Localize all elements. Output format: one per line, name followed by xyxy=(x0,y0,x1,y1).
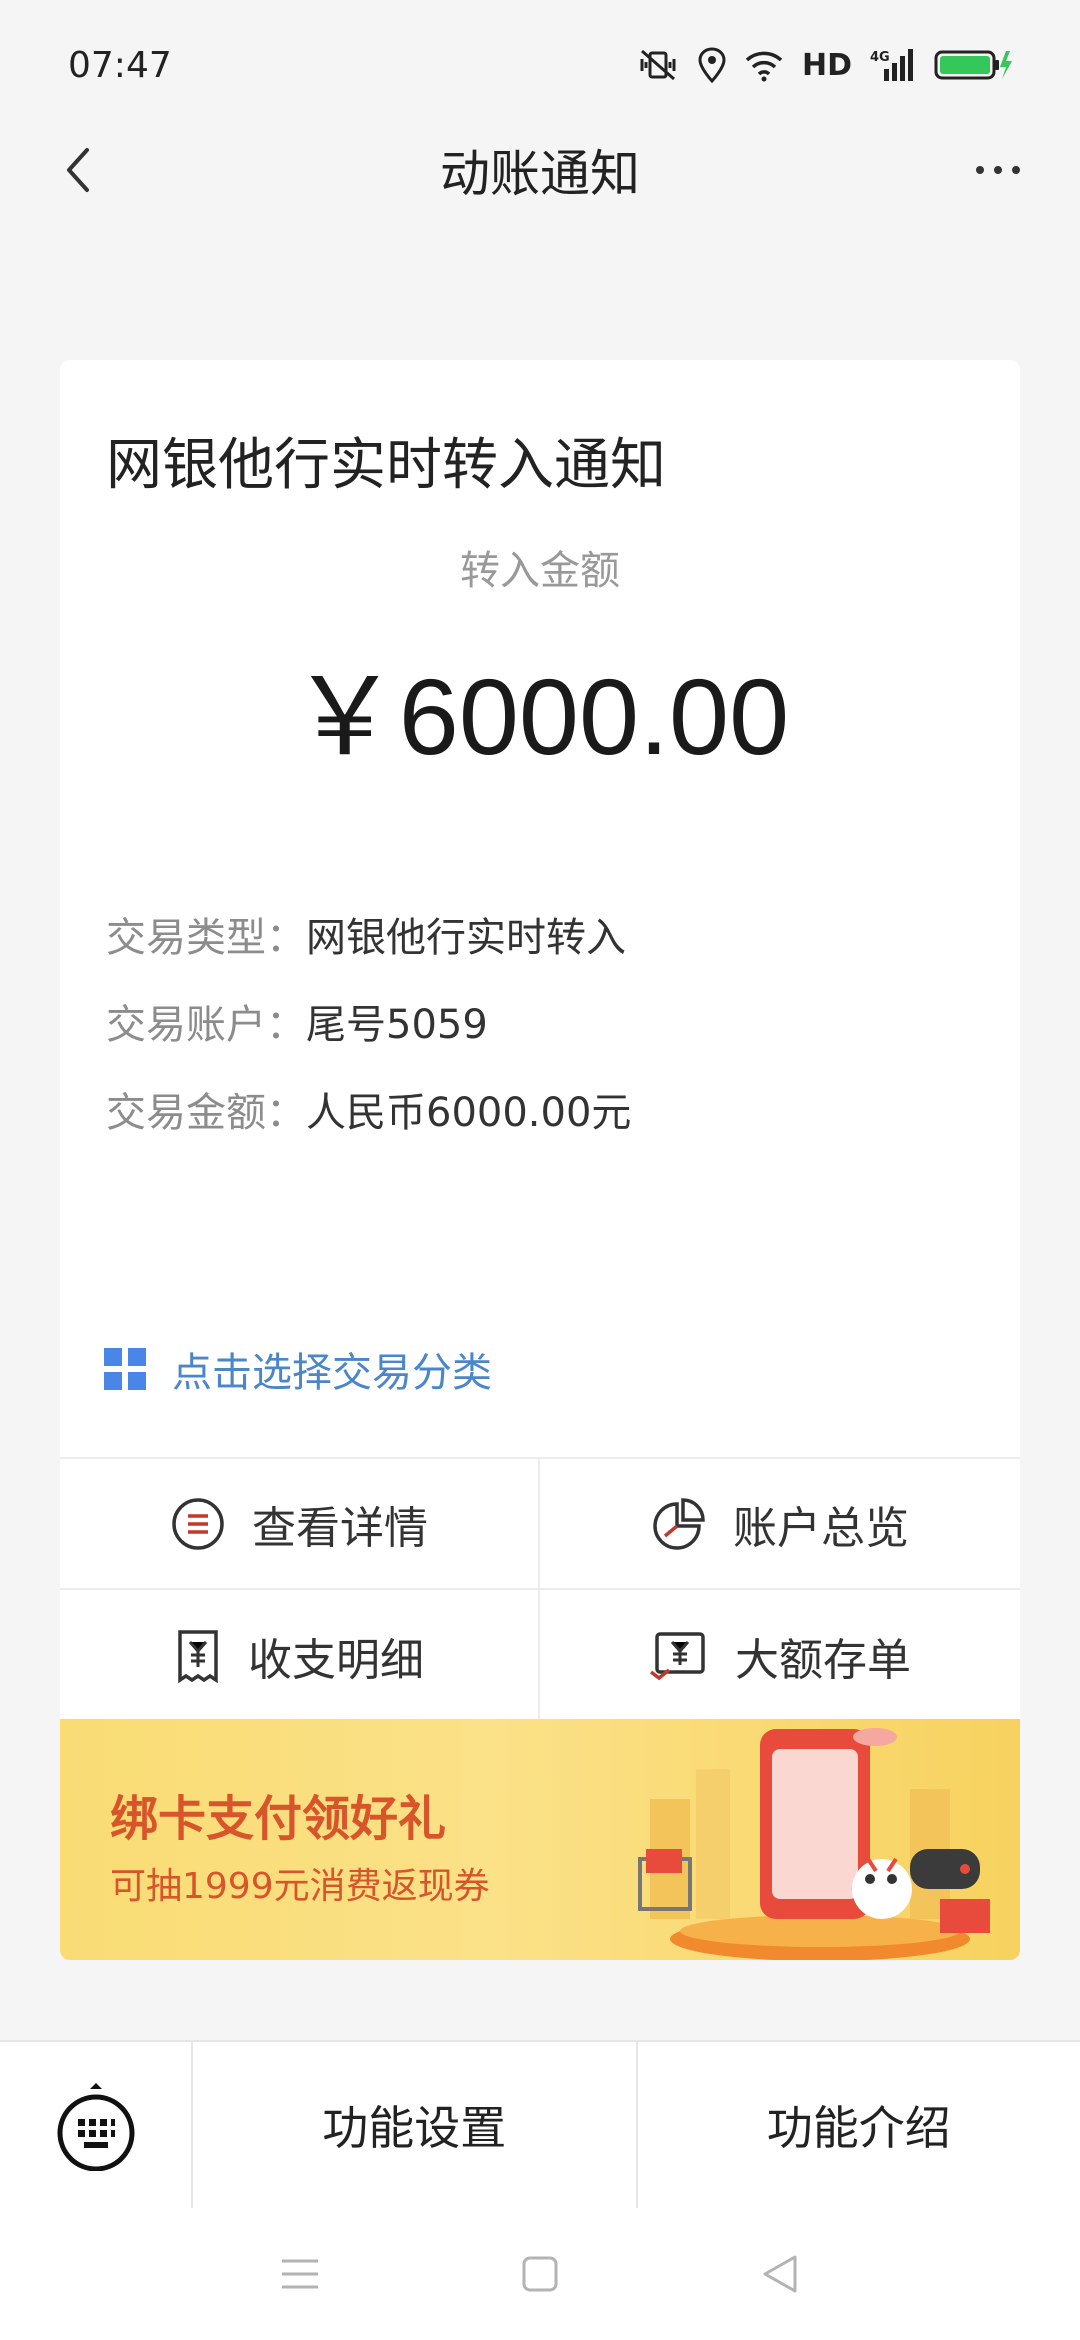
system-nav-bar xyxy=(0,2208,1080,2340)
system-back-button[interactable] xyxy=(740,2234,820,2314)
back-button[interactable] xyxy=(50,142,106,198)
status-time: 07:47 xyxy=(68,44,172,86)
hd-indicator: HD xyxy=(801,47,852,83)
chevron-left-icon xyxy=(67,148,89,192)
info-row-transaction-type: 交易类型： 网银他行实时转入 xyxy=(106,905,626,963)
view-details-button[interactable]: 查看详情 xyxy=(60,1459,540,1590)
amount-value: ￥6000.00 xyxy=(290,656,790,777)
square-icon xyxy=(522,2256,558,2292)
large-deposit-label: 大额存单 xyxy=(735,1634,911,1686)
select-category-link[interactable]: 点击选择交易分类 xyxy=(104,1340,492,1398)
list-circle-icon xyxy=(172,1497,224,1550)
recent-apps-button[interactable] xyxy=(260,2234,340,2314)
view-details-label: 查看详情 xyxy=(252,1502,428,1554)
status-bar: 07:47 HD 4G xyxy=(0,0,1080,130)
select-category-label: 点击选择交易分类 xyxy=(172,1350,492,1396)
nav-bar: 动账通知 xyxy=(0,118,1080,222)
battery-charging-icon xyxy=(934,50,1012,80)
action-grid: 查看详情 账户总览 收支明细 大额存单 xyxy=(60,1457,1020,1721)
info-value: 网银他行实时转入 xyxy=(306,915,626,961)
triangle-back-icon xyxy=(763,2255,797,2293)
svg-text:4G: 4G xyxy=(870,50,890,65)
account-overview-label: 账户总览 xyxy=(733,1502,909,1554)
banner-subtitle: 可抽1999元消费返现券 xyxy=(110,1866,490,1907)
amount-label: 转入金额 xyxy=(460,548,620,594)
function-intro-button[interactable]: 功能介绍 xyxy=(638,2042,1080,2208)
receipt-icon xyxy=(178,1629,218,1683)
income-expense-label: 收支明细 xyxy=(248,1634,424,1686)
grid-icon xyxy=(104,1348,146,1390)
info-key: 交易类型： xyxy=(106,915,306,961)
certificate-icon xyxy=(649,1631,705,1680)
card-title: 网银他行实时转入通知 xyxy=(106,433,666,498)
keyboard-toggle-button[interactable] xyxy=(0,2042,193,2210)
bottom-menu: 功能设置 功能介绍 xyxy=(0,2040,1080,2210)
banner-title: 绑卡支付领好礼 xyxy=(110,1791,447,1847)
more-options-button[interactable] xyxy=(966,142,1030,198)
keyboard-icon xyxy=(57,2083,134,2171)
app-screen: 07:47 HD 4G 动账通知 网银他行实时转入通知 转入金额 ￥6000.0… xyxy=(0,0,1080,2340)
more-dot-icon xyxy=(994,166,1002,174)
pie-chart-icon xyxy=(653,1497,705,1550)
function-settings-button[interactable]: 功能设置 xyxy=(193,2042,638,2208)
status-icons: HD 4G xyxy=(636,47,1012,83)
promo-illustration xyxy=(638,1728,990,1960)
account-overview-button[interactable]: 账户总览 xyxy=(540,1459,1020,1590)
transaction-card: 网银他行实时转入通知 转入金额 ￥6000.00 交易类型： 网银他行实时转入 … xyxy=(60,360,1020,1960)
large-deposit-button[interactable]: 大额存单 xyxy=(540,1590,1020,1721)
home-button[interactable] xyxy=(500,2234,580,2314)
menu-lines-icon xyxy=(282,2259,318,2289)
promo-banner[interactable]: 绑卡支付领好礼 可抽1999元消费返现券 xyxy=(60,1719,1020,1960)
wifi-icon xyxy=(745,51,783,82)
page-title: 动账通知 xyxy=(440,145,640,203)
info-key: 交易金额： xyxy=(106,1090,306,1136)
more-dot-icon xyxy=(1012,166,1020,174)
info-row-amount: 交易金额： 人民币6000.00元 xyxy=(106,1080,631,1138)
info-key: 交易账户： xyxy=(106,1002,306,1048)
info-value: 尾号5059 xyxy=(306,1002,488,1048)
cellular-signal-icon: 4G xyxy=(870,49,913,81)
info-value: 人民币6000.00元 xyxy=(306,1090,632,1136)
more-dot-icon xyxy=(976,166,984,174)
vibrate-mute-icon xyxy=(640,49,676,81)
location-icon xyxy=(698,47,726,83)
income-expense-button[interactable]: 收支明细 xyxy=(60,1590,540,1721)
info-row-account: 交易账户： 尾号5059 xyxy=(106,992,488,1050)
